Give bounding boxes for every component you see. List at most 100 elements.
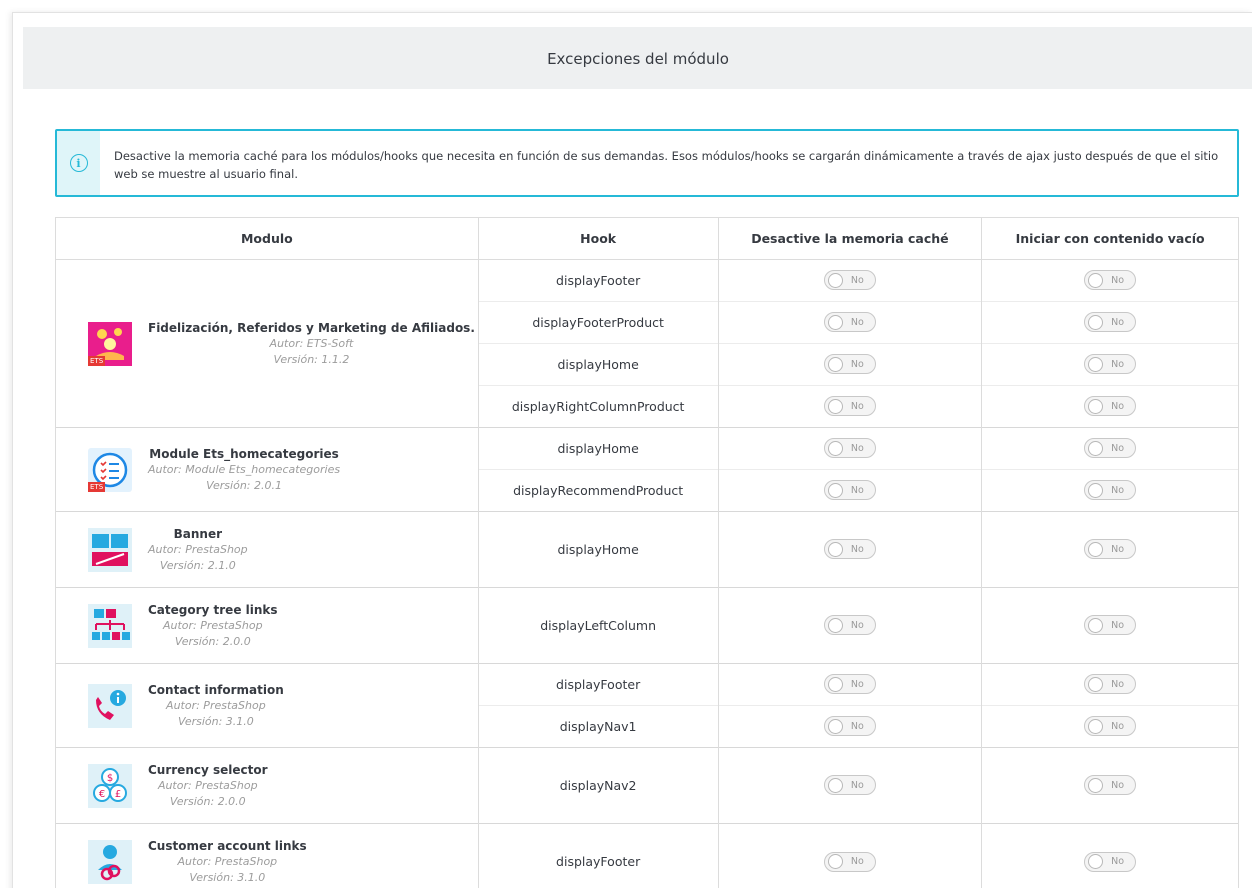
- table-header-row: Modulo Hook Desactive la memoria caché I…: [55, 217, 1239, 260]
- module-cell: Customer account links Autor: PrestaShop V…: [55, 823, 479, 888]
- toggle-knob: [827, 617, 843, 633]
- module-author: Autor: PrestaShop: [157, 778, 258, 792]
- module-version: Versión: 2.0.0: [174, 634, 251, 648]
- start-empty-toggle[interactable]: No: [1084, 438, 1137, 459]
- disable-cache-toggle[interactable]: No: [823, 312, 876, 333]
- module-version: Versión: 3.1.0: [177, 714, 254, 728]
- module-name: Customer account links: [148, 838, 307, 853]
- start-empty-toggle[interactable]: No: [1084, 539, 1137, 560]
- module-name: Fidelización, Referidos y Marketing de A…: [148, 320, 475, 335]
- module-version: Versión: 2.0.1: [206, 478, 282, 492]
- module-author: Autor: PrestaShop: [166, 698, 266, 712]
- hook-name: displayNav1: [477, 705, 719, 748]
- svg-text:£: £: [115, 789, 121, 800]
- svg-text:$: $: [107, 773, 113, 784]
- module-name: Module Ets_homecategories: [149, 446, 339, 461]
- disable-cache-toggle[interactable]: No: [823, 396, 876, 417]
- toggle-knob: [827, 676, 843, 692]
- start-empty-toggle[interactable]: No: [1084, 354, 1137, 375]
- disable-cache-toggle[interactable]: No: [823, 438, 876, 459]
- toggle-knob: [827, 718, 843, 734]
- hook-name: displayFooterProduct: [477, 301, 719, 344]
- user-link-icon: [86, 838, 134, 886]
- toggle-label: No: [850, 543, 864, 555]
- start-empty-toggle[interactable]: No: [1084, 270, 1137, 291]
- start-empty-toggle[interactable]: No: [1084, 851, 1137, 872]
- toggle-label: No: [850, 358, 864, 370]
- toggle-knob: [827, 398, 843, 414]
- toggle-knob: [1088, 541, 1104, 557]
- module-name: Banner: [173, 526, 223, 541]
- toggle-knob: [1088, 777, 1104, 793]
- toggle-knob: [1088, 440, 1104, 456]
- disable-cache-toggle[interactable]: No: [823, 615, 876, 636]
- toggle-knob: [827, 272, 843, 288]
- header-module: Modulo: [55, 217, 479, 260]
- table-row: ETS Module Ets_homecategories Autor: Modul…: [55, 427, 1239, 512]
- start-empty-toggle[interactable]: No: [1084, 480, 1137, 501]
- svg-text:€: €: [99, 789, 105, 800]
- start-empty-toggle[interactable]: No: [1084, 312, 1137, 333]
- ets-badge: ETS: [88, 355, 106, 366]
- module-author: Autor: PrestaShop: [177, 854, 278, 868]
- panel-title: Excepciones del módulo: [23, 27, 1252, 89]
- module-cell: Contact information Autor: PrestaShop Vers…: [55, 663, 479, 748]
- toggle-label: No: [1111, 619, 1125, 631]
- toggle-knob: [1088, 718, 1104, 734]
- toggle-label: No: [1111, 442, 1125, 454]
- disable-cache-toggle[interactable]: No: [823, 354, 876, 375]
- disable-cache-toggle[interactable]: No: [823, 539, 876, 560]
- disable-cache-toggle[interactable]: No: [823, 674, 876, 695]
- start-empty-toggle[interactable]: No: [1084, 396, 1137, 417]
- start-empty-toggle[interactable]: No: [1084, 775, 1137, 796]
- toggle-label: No: [1111, 678, 1125, 690]
- banner-icon: [86, 526, 134, 574]
- start-empty-toggle[interactable]: No: [1084, 674, 1137, 695]
- toggle-label: No: [1111, 856, 1125, 867]
- module-version: Versión: 2.0.0: [169, 794, 246, 808]
- toggle-knob: [827, 482, 843, 498]
- toggle-label: No: [850, 856, 864, 867]
- toggle-label: No: [1111, 779, 1125, 791]
- disable-cache-toggle[interactable]: No: [823, 716, 876, 737]
- header-start-empty: Iniciar con contenido vacío: [981, 217, 1239, 260]
- start-empty-toggle[interactable]: No: [1084, 716, 1137, 737]
- toggle-knob: [1088, 398, 1104, 414]
- disable-cache-toggle[interactable]: No: [823, 270, 876, 291]
- hook-name: displayFooter: [477, 663, 719, 706]
- module-version: Versión: 1.1.2: [273, 352, 350, 366]
- hook-name: displayRightColumnProduct: [477, 385, 719, 428]
- toggle-knob: [1088, 854, 1104, 869]
- phone-info-icon: [86, 682, 134, 730]
- hook-name: displayFooter: [477, 259, 719, 302]
- module-name: Category tree links: [148, 602, 278, 617]
- toggle-knob: [827, 541, 843, 557]
- module-name: Currency selector: [148, 762, 268, 777]
- table-row: ETS Fidelización, Referidos y Marketing d…: [55, 259, 1239, 428]
- disable-cache-toggle[interactable]: No: [823, 851, 876, 872]
- toggle-label: No: [850, 484, 864, 496]
- toggle-label: No: [850, 678, 864, 690]
- toggle-knob: [1088, 617, 1104, 633]
- module-author: Autor: PrestaShop: [162, 618, 263, 632]
- hook-name: displayHome: [477, 343, 719, 386]
- module-cell: $ € £ Currency selector Autor: PrestaShop Ver…: [55, 747, 479, 824]
- module-author: Autor: ETS-Soft: [269, 336, 354, 350]
- toggle-label: No: [850, 274, 864, 286]
- toggle-label: No: [850, 779, 864, 791]
- toggle-knob: [827, 314, 843, 330]
- header-hook: Hook: [477, 217, 719, 260]
- disable-cache-toggle[interactable]: No: [823, 775, 876, 796]
- toggle-label: No: [850, 400, 864, 412]
- toggle-knob: [1088, 676, 1104, 692]
- table-row: Customer account links Autor: PrestaShop V…: [55, 823, 1239, 888]
- module-cell: Category tree links Autor: PrestaShop Vers…: [55, 587, 479, 664]
- hook-name: displayHome: [477, 427, 719, 470]
- toggle-label: No: [850, 619, 864, 631]
- toggle-knob: [827, 356, 843, 372]
- start-empty-toggle[interactable]: No: [1084, 615, 1137, 636]
- toggle-knob: [1088, 482, 1104, 498]
- info-icon: i: [69, 154, 88, 172]
- disable-cache-toggle[interactable]: No: [823, 480, 876, 501]
- module-version: Versión: 3.1.0: [189, 870, 266, 884]
